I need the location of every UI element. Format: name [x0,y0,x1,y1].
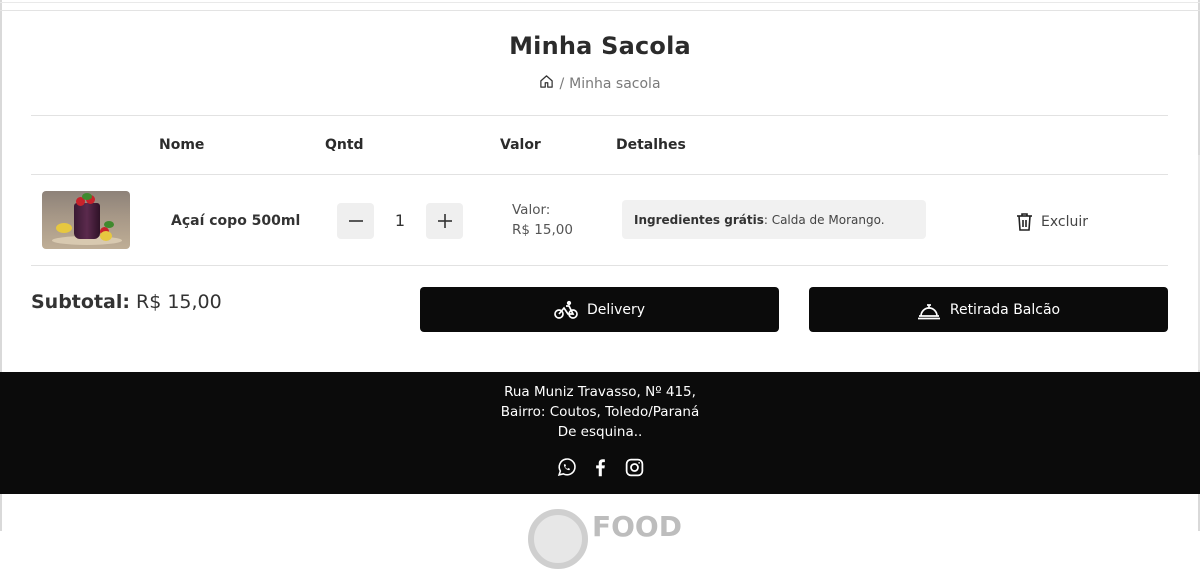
header-row-divider [31,174,1168,175]
decrease-qty-button[interactable] [337,203,374,239]
details-label: Ingredientes grátis [634,212,764,227]
whatsapp-icon[interactable] [556,457,577,482]
logo-text: FOOD [592,510,682,543]
item-value-amount: R$ 15,00 [512,222,573,238]
item-value: Valor: R$ 15,00 [512,200,573,240]
address-line-3: De esquina.. [557,424,643,440]
quantity-value: 1 [394,211,406,230]
increase-qty-button[interactable] [426,203,463,239]
column-header-name: Nome [159,137,205,153]
item-value-label: Valor: [512,202,551,218]
address-line-1: Rua Muniz Travasso, Nº 415, [504,384,696,400]
brand-logo: FOOD [528,509,682,569]
delete-label: Excluir [1041,214,1088,230]
subtotal-label: Subtotal: [31,291,130,313]
trash-icon [1017,213,1032,231]
store-address: Rua Muniz Travasso, Nº 415, Bairro: Cout… [0,382,1200,442]
plus-icon [437,214,452,228]
minus-icon [348,220,363,222]
table-top-divider [31,115,1168,116]
item-details: Ingredientes grátis: Calda de Morango. [622,200,926,239]
bicycle-icon [554,300,578,319]
counter-bell-icon [917,303,940,319]
delivery-button[interactable]: Delivery [420,287,779,332]
column-header-details: Detalhes [616,137,686,153]
footer: Rua Muniz Travasso, Nº 415, Bairro: Cout… [0,372,1200,494]
social-links [0,457,1200,482]
pickup-label: Retirada Balcão [949,301,1061,318]
facebook-icon[interactable] [590,457,611,482]
page-title: Minha Sacola [509,32,691,60]
row-divider [31,265,1168,266]
address-line-2: Bairro: Coutos, Toledo/Paraná [500,404,700,420]
header-divider [0,10,1200,11]
home-icon[interactable] [539,74,554,93]
breadcrumb-separator: / [559,75,565,92]
subtotal: Subtotal: R$ 15,00 [31,291,222,313]
instagram-icon[interactable] [624,457,645,482]
column-header-value: Valor [500,137,541,153]
delete-item-button[interactable]: Excluir [1016,212,1088,232]
column-header-qty: Qntd [325,137,364,153]
product-image [42,191,130,249]
breadcrumb: / Minha sacola [0,74,1200,93]
logo-mark [528,509,588,569]
pickup-button[interactable]: Retirada Balcão [809,287,1168,332]
product-name: Açaí copo 500ml [171,213,301,229]
breadcrumb-current: Minha sacola [569,75,661,92]
subtotal-value: R$ 15,00 [136,291,222,313]
top-divider [0,2,1200,3]
details-value: : Calda de Morango. [763,212,885,227]
delivery-label: Delivery [586,301,646,318]
